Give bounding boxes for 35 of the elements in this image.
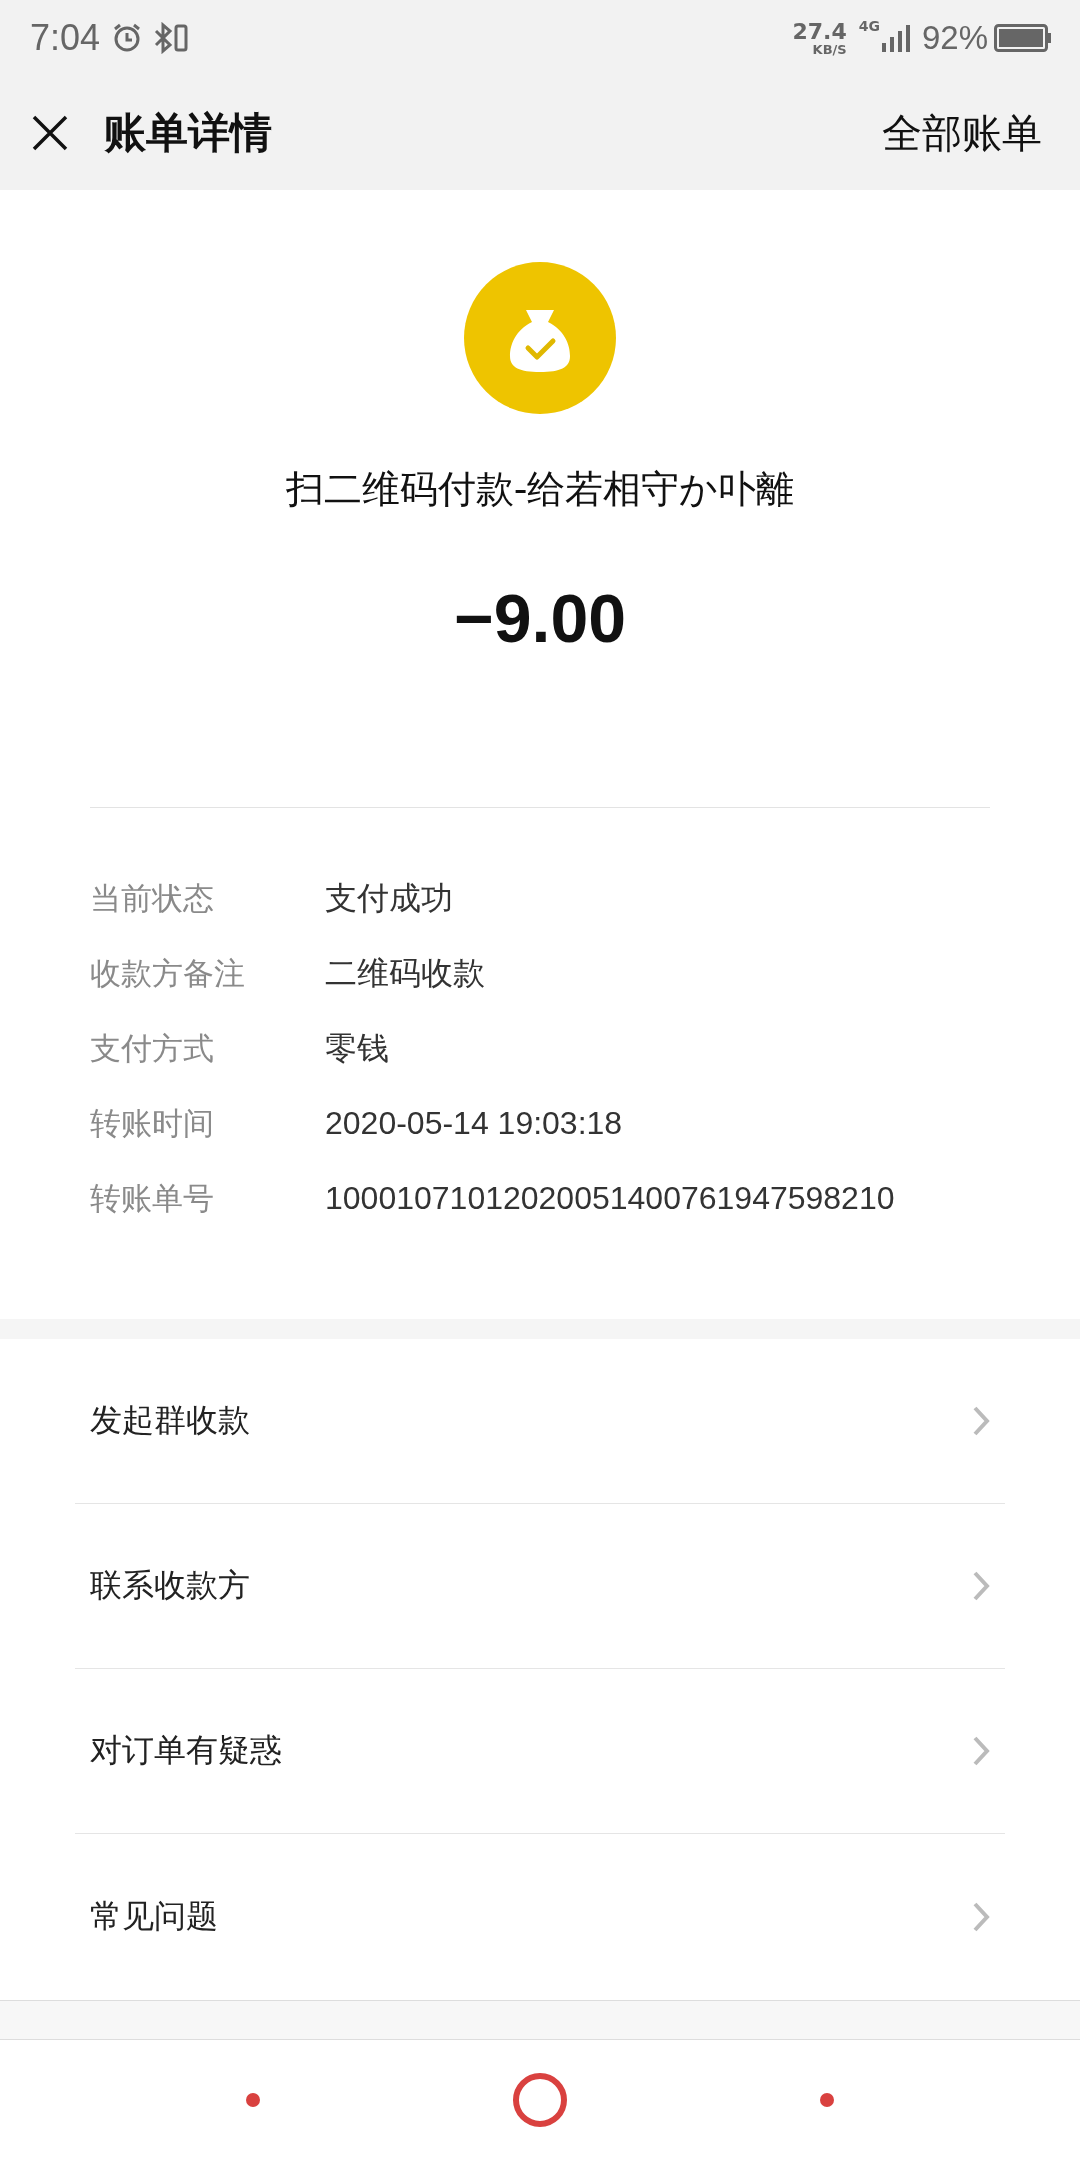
detail-value: 10001071012020051400761947598210 (325, 1180, 895, 1217)
detail-label: 收款方备注 (90, 953, 246, 993)
detail-label: 当前状态 (90, 878, 215, 918)
detail-label: 转账时间 (90, 1103, 215, 1143)
chevron-icon (972, 1405, 990, 1437)
all-bills-link[interactable]: 全部账单 (882, 105, 1042, 161)
speed-unit: KB/S (812, 42, 847, 56)
battery-percent: 92% (921, 19, 988, 57)
close-button[interactable] (30, 113, 70, 153)
detail-label: 支付方式 (90, 1028, 215, 1068)
nav-dot-button[interactable] (246, 2093, 260, 2107)
detail-value: 2020-05-14 19:03:18 (325, 1105, 623, 1142)
network-speed: 27.4 (792, 20, 847, 43)
battery-icon (994, 24, 1052, 52)
detail-value: 支付成功 (325, 878, 453, 918)
menu-item[interactable]: 联系收款方 (75, 1504, 1005, 1669)
page-title: 账单详情 (104, 107, 272, 159)
status-time: 7:04 (30, 17, 101, 59)
menu-item[interactable]: 发起群收款 (75, 1339, 1005, 1504)
chevron-icon (972, 1735, 990, 1767)
network-type: 4G (858, 18, 880, 34)
money-bag-icon (464, 262, 616, 414)
bluetooth-icon (152, 22, 191, 54)
chevron-icon (972, 1900, 990, 1933)
nav-dot-button[interactable] (820, 2093, 834, 2107)
menu-item[interactable]: 对订单有疑惑 (75, 1669, 1005, 1834)
detail-value: 零钱 (325, 1028, 389, 1068)
home-button[interactable] (512, 2072, 568, 2128)
alarm-icon (112, 23, 143, 53)
detail-value: 二维码收款 (325, 953, 485, 993)
payment-title: 扫二维码付款-给若相守か卟離 (285, 466, 795, 513)
payment-amount: −9.00 (453, 579, 627, 657)
menu-item[interactable]: 常见问题 (75, 1834, 1005, 1999)
chevron-icon (972, 1570, 990, 1602)
detail-label: 转账单号 (90, 1178, 215, 1218)
